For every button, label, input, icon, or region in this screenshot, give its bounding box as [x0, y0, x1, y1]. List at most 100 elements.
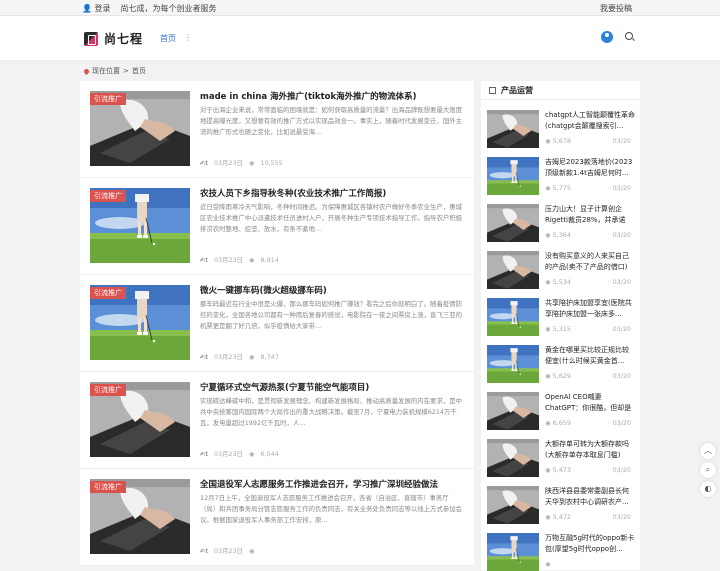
sidebar-date: 03/20 [612, 513, 631, 521]
post-title[interactable]: 农技人员下乡指导秋冬种(农业技术推广工作简报) [200, 187, 465, 199]
sidebar-views-value: 5,629 [552, 372, 571, 380]
post-meta: ✍t 03月23日 ◉ [200, 546, 261, 556]
sidebar-item[interactable]: 压力山大！显子计算创企Rigetti裁员28%，并承诺尽... ◉ 5,364 03… [481, 194, 640, 242]
sidebar-views: ◉ [545, 560, 551, 568]
post-thumbnail[interactable]: 引流推广 [90, 285, 190, 360]
sidebar-item-title[interactable]: 压力山大！显子计算创企Rigetti裁员28%，并承诺尽... [545, 204, 635, 226]
sidebar-item-meta: ◉ 5,775 03/20 [545, 184, 631, 192]
post-item[interactable]: 引流推广 农技人员下乡指导秋冬种(农业技术推广工作简报) 近日受降雨寒冷天气影响，冬… [80, 178, 474, 275]
sidebar-item[interactable]: 陕西洋县县委常委副县长何天华到农村中心调研农产... ◉ 5,472 03/20 [481, 476, 640, 524]
sidebar-item-title[interactable]: 陕西洋县县委常委副县长何天华到农村中心调研农产... [545, 486, 635, 508]
author-name[interactable]: ✍t [200, 353, 208, 361]
search-icon[interactable] [625, 32, 633, 40]
breadcrumb-home[interactable]: 首页 [132, 66, 146, 76]
sidebar-thumbnail[interactable] [487, 533, 539, 571]
sidebar-thumbnail[interactable] [487, 439, 539, 477]
sidebar-views-value: 6,659 [552, 419, 571, 427]
sidebar-item-title[interactable]: 黄金在哪里买比较正规比较便宜(什么时候买黄金首... [545, 345, 635, 367]
author-name[interactable]: ✍t [200, 450, 208, 458]
nav-more-icon[interactable]: ⋮ [184, 33, 192, 44]
author-name[interactable]: ✍t [200, 159, 208, 167]
post-item[interactable]: 引流推广 宁夏循环式空气源热泵(宁夏节能空气能项目) 实现碳达峰碳中和，是贯彻新发展… [80, 372, 474, 469]
search-float-icon[interactable]: ⌕ [700, 462, 716, 478]
sidebar-thumbnail[interactable] [487, 298, 539, 336]
theme-toggle-icon[interactable]: ◐ [700, 481, 716, 497]
sidebar-views: ◉ 5,534 [545, 278, 571, 286]
post-item[interactable]: 引流推广 微火一键挪车码(微火超级挪车码) 挪车码最近在行业中很是火爆，那么挪车码如… [80, 275, 474, 372]
post-title[interactable]: 宁夏循环式空气源热泵(宁夏节能空气能项目) [200, 381, 465, 393]
sidebar-views-value: 5,678 [552, 137, 571, 145]
sidebar-item[interactable]: 共享陪护床加盟享宜(医院共享陪护床加盟一张床多... ◉ 5,315 03/20 [481, 288, 640, 336]
sidebar-header: 产品运营 [481, 81, 640, 100]
category-tag[interactable]: 引流推广 [90, 93, 126, 105]
category-tag[interactable]: 引流推广 [90, 384, 126, 396]
sidebar-thumbnail[interactable] [487, 392, 539, 430]
views-icon: ◉ [248, 546, 255, 555]
site-header: 尚七程 首页 ⋮ [0, 16, 720, 61]
sidebar-item-title[interactable]: 没有购买意义的人来买自己的产品(卖不了产品的借口) [545, 251, 635, 273]
main-nav: 首页 ⋮ [160, 33, 192, 44]
slogan: 尚七成，为每个创业者服务 [120, 4, 217, 13]
post-excerpt: 对于出海企业来说，常常面临的困境就是：如何获取高质量的流量？出海品牌既想要最大限… [200, 106, 462, 136]
post-thumbnail[interactable]: 引流推广 [90, 382, 190, 457]
sidebar-item-title[interactable]: chatgpt人工智能颠覆性革命(chatgpt会颠覆搜索引... [545, 110, 635, 132]
sidebar-item-title[interactable]: OpenAI CEO喊妻ChatGPT：你很酷，但却是个"糟... [545, 392, 635, 414]
post-thumbnail[interactable]: 引流推广 [90, 188, 190, 263]
sidebar-date: 03/20 [612, 137, 631, 145]
post-thumbnail[interactable]: 引流推广 [90, 91, 190, 166]
sidebar-views-value: 5,534 [552, 278, 571, 286]
sidebar-thumbnail[interactable] [487, 204, 539, 242]
sidebar-item[interactable]: OpenAI CEO喊妻ChatGPT：你很酷，但却是个"糟... ◉ 6,659… [481, 382, 640, 430]
login-link[interactable]: 👤 登录 [82, 3, 111, 14]
sidebar-views-value: 5,775 [552, 184, 571, 192]
sidebar-item-title[interactable]: 吉姆尼2023款落地价(2023顶级新款1.4t吉姆尼何时... [545, 157, 635, 179]
sidebar-item-meta: ◉ 5,472 03/20 [545, 513, 631, 521]
sidebar-item[interactable]: chatgpt人工智能颠覆性革命(chatgpt会颠覆搜索引... ◉ 5,678… [481, 100, 640, 148]
sidebar-product-ops: 产品运营 chatgpt人工智能颠覆性革命(chatgpt会颠覆搜索引... ◉ … [481, 81, 640, 571]
sidebar-item[interactable]: 没有购买意义的人来买自己的产品(卖不了产品的借口) ◉ 5,534 03/20 [481, 241, 640, 289]
post-meta: ✍t 03月23日 ◉ 8,747 [200, 352, 279, 362]
post-title[interactable]: 微火一键挪车码(微火超级挪车码) [200, 284, 465, 296]
sidebar-thumbnail[interactable] [487, 251, 539, 289]
post-thumbnail[interactable]: 引流推广 [90, 479, 190, 554]
post-views: 8,747 [260, 352, 279, 361]
post-title[interactable]: made in china 海外推广(tiktok海外推广的物流体系) [200, 90, 465, 102]
sidebar-thumbnail[interactable] [487, 486, 539, 524]
sidebar-item[interactable]: 黄金在哪里买比较正规比较便宜(什么时候买黄金首... ◉ 5,629 03/20 [481, 335, 640, 383]
sidebar-item-meta: ◉ 5,534 03/20 [545, 278, 631, 286]
chevron-up-icon[interactable]: ︿ [700, 443, 716, 459]
nav-home[interactable]: 首页 [160, 33, 176, 44]
breadcrumb-label: 现在位置 [92, 67, 120, 75]
views-icon: ◉ [248, 158, 255, 167]
category-tag[interactable]: 引流推广 [90, 287, 126, 299]
sidebar-item-title[interactable]: 共享陪护床加盟享宜(医院共享陪护床加盟一张床多... [545, 298, 635, 320]
sidebar-thumbnail[interactable] [487, 157, 539, 195]
sidebar-date: 03/20 [612, 372, 631, 380]
sidebar-item[interactable]: 万物互融5g时代的oppo新卡包(厚望5g时代oppo创... ◉ [481, 523, 640, 571]
sidebar-item-title[interactable]: 万物互融5g时代的oppo新卡包(厚望5g时代oppo创... [545, 533, 635, 555]
sidebar-thumbnail[interactable] [487, 110, 539, 148]
sidebar-item-title[interactable]: 大额存单可转为大额存款吗(大额存单存本取息门槛) [545, 439, 635, 461]
post-item[interactable]: 引流推广 全国退役军人志愿服务工作推进会召开，学习推广深圳经验做法 12月7日上午，… [80, 469, 474, 566]
author-name[interactable]: ✍t [200, 256, 208, 264]
post-meta: ✍t 03月23日 ◉ 10,555 [200, 158, 283, 168]
sidebar-item[interactable]: 吉姆尼2023款落地价(2023顶级新款1.4t吉姆尼何时... ◉ 5,775 0… [481, 147, 640, 195]
sidebar-item[interactable]: 大额存单可转为大额存款吗(大额存单存本取息门槛) ◉ 5,473 03/20 [481, 429, 640, 477]
sidebar-date: 03/20 [612, 184, 631, 192]
post-item[interactable]: 引流推广 made in china 海外推广(tiktok海外推广的物流体系) 对… [80, 81, 474, 178]
grid-icon [489, 87, 496, 94]
views-icon: ◉ [248, 255, 255, 264]
post-title[interactable]: 全国退役军人志愿服务工作推进会召开，学习推广深圳经验做法 [200, 478, 465, 490]
sidebar-date: 03/20 [612, 325, 631, 333]
author-name[interactable]: ✍t [200, 547, 208, 555]
sidebar-thumbnail[interactable] [487, 345, 539, 383]
category-tag[interactable]: 引流推广 [90, 190, 126, 202]
sidebar-views: ◉ 5,364 [545, 231, 571, 239]
submit-link[interactable]: 我要投稿 [600, 3, 632, 14]
author-label: t [205, 546, 208, 555]
category-tag[interactable]: 引流推广 [90, 481, 126, 493]
sidebar-item-meta: ◉ 5,364 03/20 [545, 231, 631, 239]
user-icon[interactable] [601, 31, 613, 43]
sidebar-views: ◉ 5,473 [545, 466, 571, 474]
site-logo[interactable]: 尚七程 [84, 30, 143, 47]
